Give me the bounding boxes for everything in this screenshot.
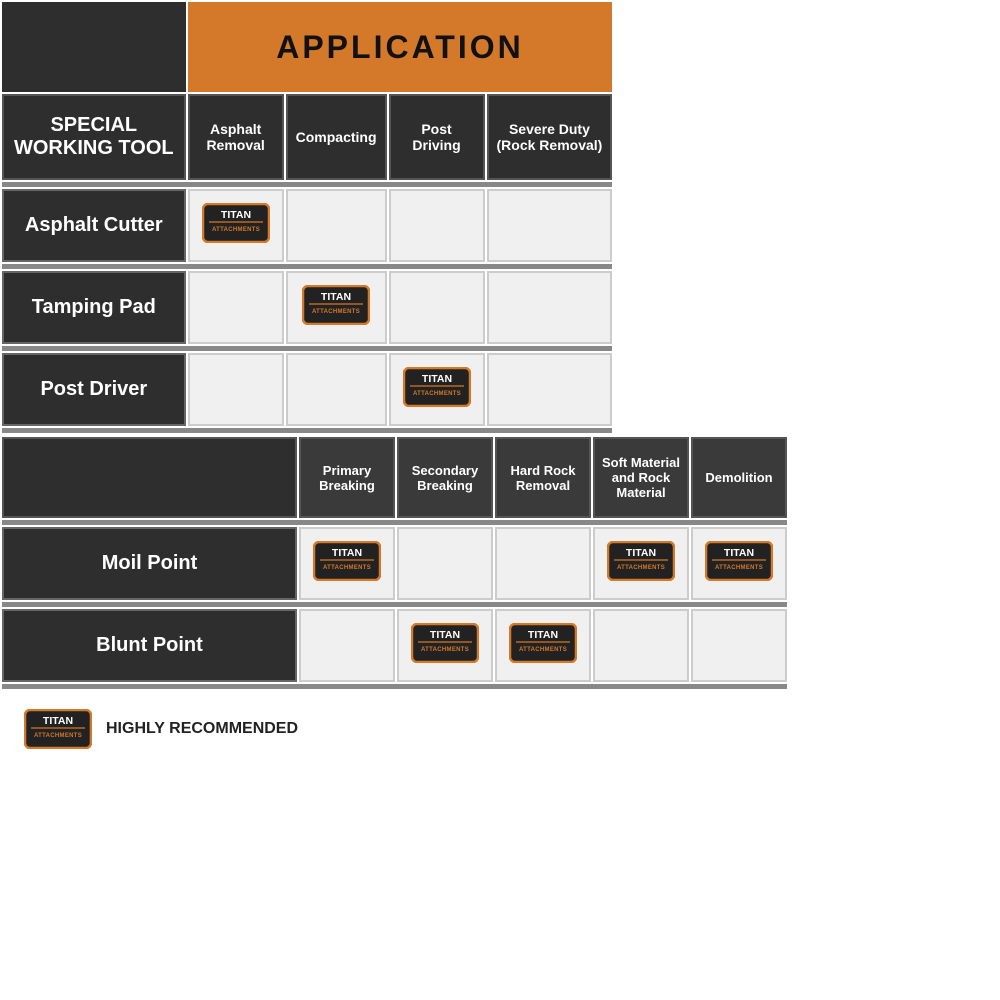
svg-text:TITAN: TITAN — [528, 629, 558, 641]
cell-tp-pd — [389, 271, 485, 344]
tool-blunt-point: Blunt Point — [2, 609, 297, 682]
cell-bp-sb: TITAN ATTACHMENTS — [397, 609, 493, 682]
col-secondary-breaking: SecondaryBreaking — [397, 437, 493, 518]
cell-tp-comp: TITAN ATTACHMENTS — [286, 271, 387, 344]
cell-bp-pb — [299, 609, 395, 682]
row-blunt-point: Blunt Point TITAN ATTACHMENTS TITAN — [2, 609, 787, 682]
svg-text:ATTACHMENTS: ATTACHMENTS — [323, 565, 371, 571]
highly-recommended-label: HIGHLY RECOMMENDED — [106, 720, 298, 738]
cell-bp-sm — [593, 609, 689, 682]
row-asphalt-cutter: Asphalt Cutter TITAN ATTACHMENTS — [2, 189, 612, 262]
col-compacting: Compacting — [286, 94, 387, 180]
svg-text:ATTACHMENTS: ATTACHMENTS — [519, 647, 567, 653]
tool-asphalt-cutter: Asphalt Cutter — [2, 189, 186, 262]
divider-5 — [2, 602, 787, 607]
col-asphalt-removal: AsphaltRemoval — [188, 94, 284, 180]
cell-pd-ar — [188, 353, 284, 426]
titan-logo-icon: TITAN ATTACHMENTS — [411, 623, 479, 663]
top-table: APPLICATION SPECIALWORKING TOOL AsphaltR… — [0, 0, 614, 435]
special-working-tool-label: SPECIALWORKING TOOL — [2, 94, 186, 180]
legend-titan-icon: TITAN ATTACHMENTS — [24, 709, 92, 749]
col-hard-rock-removal: Hard RockRemoval — [495, 437, 591, 518]
legend-cell: TITAN ATTACHMENTS HIGHLY RECOMMENDED — [2, 691, 787, 767]
svg-text:TITAN: TITAN — [430, 629, 460, 641]
divider-6 — [2, 684, 787, 689]
column-headers: SPECIALWORKING TOOL AsphaltRemoval Compa… — [2, 94, 612, 180]
svg-text:ATTACHMENTS: ATTACHMENTS — [212, 227, 260, 233]
titan-logo-icon: TITAN ATTACHMENTS — [202, 203, 270, 243]
col-severe-duty: Severe Duty(Rock Removal) — [487, 94, 613, 180]
titan-logo-icon: TITAN ATTACHMENTS — [509, 623, 577, 663]
top-left-blank — [2, 2, 186, 92]
divider-3 — [2, 346, 612, 351]
breaking-left-blank — [2, 437, 297, 518]
tool-tamping-pad: Tamping Pad — [2, 271, 186, 344]
cell-pd-sd — [487, 353, 613, 426]
cell-mp-demo: TITAN ATTACHMENTS — [691, 527, 787, 600]
svg-text:ATTACHMENTS: ATTACHMENTS — [412, 391, 460, 397]
cell-tp-sd — [487, 271, 613, 344]
col-post-driving: PostDriving — [389, 94, 485, 180]
col-soft-material: Soft Materialand RockMaterial — [593, 437, 689, 518]
svg-text:ATTACHMENTS: ATTACHMENTS — [34, 733, 82, 739]
bottom-table: PrimaryBreaking SecondaryBreaking Hard R… — [0, 435, 789, 769]
svg-text:TITAN: TITAN — [332, 547, 362, 559]
application-header-row: APPLICATION — [2, 2, 612, 92]
titan-logo-icon: TITAN ATTACHMENTS — [705, 541, 773, 581]
cell-ac-pd — [389, 189, 485, 262]
cell-mp-pb: TITAN ATTACHMENTS — [299, 527, 395, 600]
divider-2 — [2, 264, 612, 269]
tool-post-driver: Post Driver — [2, 353, 186, 426]
legend-container: TITAN ATTACHMENTS HIGHLY RECOMMENDED — [24, 709, 765, 749]
cell-bp-demo — [691, 609, 787, 682]
row-post-driver: Post Driver TITAN ATTACHMENTS — [2, 353, 612, 426]
svg-text:TITAN: TITAN — [421, 373, 451, 385]
application-header: APPLICATION — [188, 2, 613, 92]
svg-text:ATTACHMENTS: ATTACHMENTS — [421, 647, 469, 653]
bottom-section: PrimaryBreaking SecondaryBreaking Hard R… — [0, 435, 1000, 769]
top-section: APPLICATION SPECIALWORKING TOOL AsphaltR… — [0, 0, 1000, 435]
cell-pd-pd: TITAN ATTACHMENTS — [389, 353, 485, 426]
cell-mp-sb — [397, 527, 493, 600]
svg-text:ATTACHMENTS: ATTACHMENTS — [617, 565, 665, 571]
cell-ac-ar: TITAN ATTACHMENTS — [188, 189, 284, 262]
row-moil-point: Moil Point TITAN ATTACHMENTS TITAN — [2, 527, 787, 600]
svg-text:TITAN: TITAN — [626, 547, 656, 559]
legend-row: TITAN ATTACHMENTS HIGHLY RECOMMENDED — [2, 691, 787, 767]
breaking-header-row: PrimaryBreaking SecondaryBreaking Hard R… — [2, 437, 787, 518]
cell-pd-comp — [286, 353, 387, 426]
main-wrapper: APPLICATION SPECIALWORKING TOOL AsphaltR… — [0, 0, 1000, 769]
row-tamping-pad: Tamping Pad TITAN ATTACHMENTS — [2, 271, 612, 344]
divider-top — [2, 182, 612, 187]
svg-text:TITAN: TITAN — [43, 715, 73, 727]
svg-text:TITAN: TITAN — [221, 209, 251, 221]
titan-logo-icon: TITAN ATTACHMENTS — [403, 367, 471, 407]
cell-mp-sm: TITAN ATTACHMENTS — [593, 527, 689, 600]
svg-text:ATTACHMENTS: ATTACHMENTS — [715, 565, 763, 571]
divider-4 — [2, 428, 612, 433]
titan-logo-icon: TITAN ATTACHMENTS — [607, 541, 675, 581]
cell-bp-hrr: TITAN ATTACHMENTS — [495, 609, 591, 682]
col-demolition: Demolition — [691, 437, 787, 518]
titan-logo-icon: TITAN ATTACHMENTS — [313, 541, 381, 581]
divider-breaking — [2, 520, 787, 525]
titan-logo-icon: TITAN ATTACHMENTS — [302, 285, 370, 325]
col-primary-breaking: PrimaryBreaking — [299, 437, 395, 518]
cell-mp-hrr — [495, 527, 591, 600]
tool-moil-point: Moil Point — [2, 527, 297, 600]
svg-text:TITAN: TITAN — [321, 291, 351, 303]
cell-ac-comp — [286, 189, 387, 262]
cell-tp-ar — [188, 271, 284, 344]
cell-ac-sd — [487, 189, 613, 262]
svg-text:TITAN: TITAN — [724, 547, 754, 559]
svg-text:ATTACHMENTS: ATTACHMENTS — [312, 309, 360, 315]
